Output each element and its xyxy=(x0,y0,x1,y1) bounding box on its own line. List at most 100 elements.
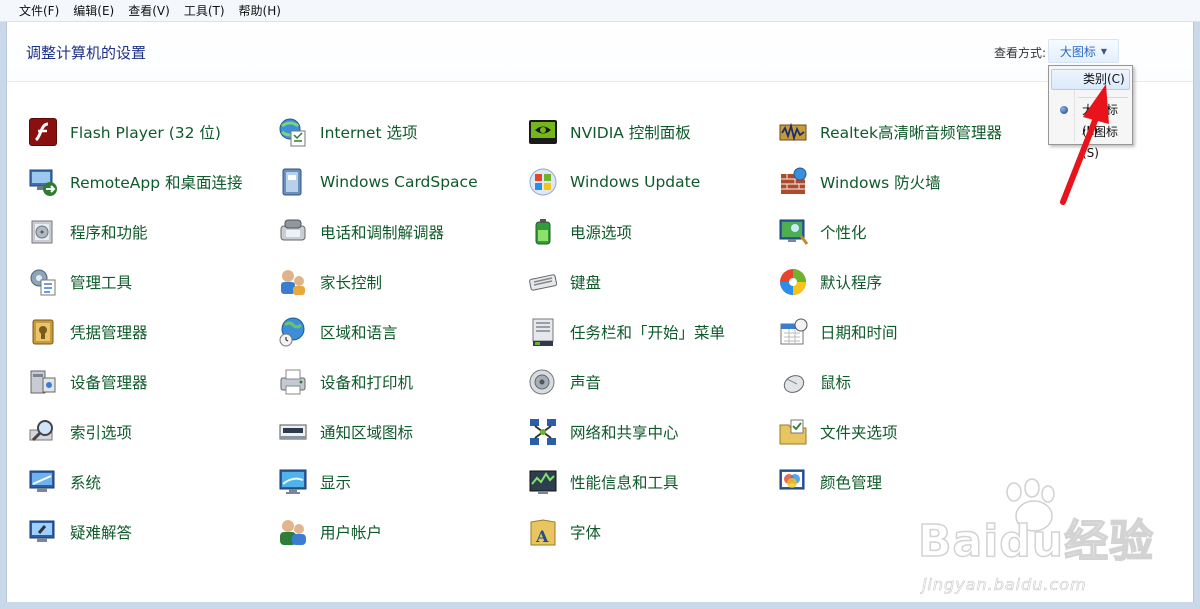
programs-icon xyxy=(27,216,59,248)
cp-item-firewall[interactable]: Windows 防火墙 xyxy=(777,164,941,200)
view-menu-item-small-icons[interactable]: 小图标(S) xyxy=(1051,122,1130,160)
cp-item-label: 字体 xyxy=(570,524,602,542)
index-search-icon xyxy=(27,416,59,448)
power-icon xyxy=(527,216,559,248)
display-icon xyxy=(277,466,309,498)
keyboard-icon xyxy=(527,266,559,298)
cp-item-label: 电话和调制解调器 xyxy=(320,224,445,242)
cp-item-performance[interactable]: 性能信息和工具 xyxy=(527,464,679,500)
menu-file[interactable]: 文件(F) xyxy=(12,1,66,21)
cp-item-label: 通知区域图标 xyxy=(320,424,414,442)
printer-icon xyxy=(277,366,309,398)
taskbar-icon xyxy=(527,316,559,348)
view-menu-item-large-icons[interactable]: 大图标(L) xyxy=(1051,100,1130,138)
cp-item-sound[interactable]: 声音 xyxy=(527,364,601,400)
cp-item-power[interactable]: 电源选项 xyxy=(527,214,632,250)
admin-tools-icon xyxy=(27,266,59,298)
chevron-down-icon: ▼ xyxy=(1100,46,1108,56)
color-management-icon xyxy=(777,466,809,498)
cp-item-color-management[interactable]: 颜色管理 xyxy=(777,464,882,500)
cp-item-label: 键盘 xyxy=(570,274,602,292)
cp-item-label: 文件夹选项 xyxy=(820,424,898,442)
fonts-icon: A xyxy=(527,516,559,548)
view-by-value: 大图标 xyxy=(1059,44,1096,59)
cp-item-label: 家长控制 xyxy=(320,274,383,292)
cp-item-label: 个性化 xyxy=(820,224,867,242)
cp-item-label: 声音 xyxy=(570,374,602,392)
cp-item-display[interactable]: 显示 xyxy=(277,464,351,500)
cp-item-notification[interactable]: 通知区域图标 xyxy=(277,414,413,450)
cp-item-internet-options[interactable]: Internet 选项 xyxy=(277,114,417,150)
menu-tools[interactable]: 工具(T) xyxy=(177,1,232,21)
menu-help[interactable]: 帮助(H) xyxy=(232,1,288,21)
view-menu-item-category[interactable]: 类别(C) xyxy=(1051,69,1130,90)
cp-item-date-time[interactable]: 日期和时间 xyxy=(777,314,898,350)
cp-item-fonts[interactable]: A 字体 xyxy=(527,514,601,550)
cp-item-label: 索引选项 xyxy=(70,424,133,442)
cp-item-label: 性能信息和工具 xyxy=(570,474,679,492)
cp-item-default-programs[interactable]: 默认程序 xyxy=(777,264,882,300)
personalize-icon xyxy=(777,216,809,248)
cp-item-label: 程序和功能 xyxy=(70,224,148,242)
cp-item-realtek-audio[interactable]: Realtek高清晰音频管理器 xyxy=(777,114,1002,150)
cp-item-parental-control[interactable]: 家长控制 xyxy=(277,264,382,300)
internet-options-icon xyxy=(277,116,309,148)
cp-item-credential[interactable]: 凭据管理器 xyxy=(27,314,148,350)
cp-item-label: 显示 xyxy=(320,474,352,492)
cp-item-device-manager[interactable]: 设备管理器 xyxy=(27,364,148,400)
sound-icon xyxy=(527,366,559,398)
menu-view[interactable]: 查看(V) xyxy=(121,1,177,21)
cp-item-nvidia[interactable]: NVIDIA 控制面板 xyxy=(527,114,691,150)
cp-item-label: NVIDIA 控制面板 xyxy=(570,124,691,142)
svg-text:A: A xyxy=(535,527,549,546)
cp-item-index-search[interactable]: 索引选项 xyxy=(27,414,132,450)
menu-bar: 文件(F) 编辑(E) 查看(V) 工具(T) 帮助(H) xyxy=(0,0,1200,22)
device-manager-icon xyxy=(27,366,59,398)
radio-selected-icon xyxy=(1060,106,1068,114)
firewall-icon xyxy=(777,166,809,198)
cp-item-folder-options[interactable]: 文件夹选项 xyxy=(777,414,898,450)
cp-item-system[interactable]: 系统 xyxy=(27,464,101,500)
cp-item-admin-tools[interactable]: 管理工具 xyxy=(27,264,132,300)
cp-item-mouse[interactable]: 鼠标 xyxy=(777,364,851,400)
cp-item-taskbar[interactable]: 任务栏和「开始」菜单 xyxy=(527,314,725,350)
control-panel-content: 调整计算机的设置 查看方式: 大图标 ▼ 类别(C) 大图标(L) 小图标(S)… xyxy=(6,22,1194,602)
notification-icon xyxy=(277,416,309,448)
cp-item-label: 区域和语言 xyxy=(320,324,398,342)
cp-item-label: 日期和时间 xyxy=(820,324,898,342)
menu-separator xyxy=(1078,97,1128,98)
page-title: 调整计算机的设置 xyxy=(26,44,147,62)
cp-item-personalize[interactable]: 个性化 xyxy=(777,214,867,250)
cp-item-network[interactable]: 网络和共享中心 xyxy=(527,414,679,450)
performance-icon xyxy=(527,466,559,498)
phone-modem-icon xyxy=(277,216,309,248)
cp-item-remote-desktop[interactable]: RemoteApp 和桌面连接 xyxy=(27,164,243,200)
cp-item-label: Windows Update xyxy=(570,173,701,191)
cp-item-label: 设备管理器 xyxy=(70,374,148,392)
cp-item-label: Flash Player (32 位) xyxy=(70,124,221,142)
window-bottom-border xyxy=(0,602,1200,609)
cp-item-windows-update[interactable]: Windows Update xyxy=(527,164,700,200)
view-menu-popup: 类别(C) 大图标(L) 小图标(S) xyxy=(1048,65,1133,160)
nvidia-icon xyxy=(527,116,559,148)
flash-icon xyxy=(27,116,59,148)
cp-item-programs[interactable]: 程序和功能 xyxy=(27,214,148,250)
cp-item-cardspace[interactable]: Windows CardSpace xyxy=(277,164,478,200)
cp-item-printer[interactable]: 设备和打印机 xyxy=(277,364,413,400)
cp-item-label: 任务栏和「开始」菜单 xyxy=(570,324,726,342)
cp-item-region-globe[interactable]: 区域和语言 xyxy=(277,314,398,350)
cp-item-label: RemoteApp 和桌面连接 xyxy=(70,174,243,192)
view-by-label: 查看方式: xyxy=(994,46,1047,60)
view-by-dropdown[interactable]: 大图标 ▼ xyxy=(1048,39,1119,63)
cp-item-label: Windows 防火墙 xyxy=(820,174,941,192)
cp-item-label: 疑难解答 xyxy=(70,524,133,542)
cp-item-label: 电源选项 xyxy=(570,224,633,242)
cp-item-label: 管理工具 xyxy=(70,274,133,292)
cp-item-label: 系统 xyxy=(70,474,102,492)
cp-item-troubleshoot[interactable]: 疑难解答 xyxy=(27,514,132,550)
cp-item-flash[interactable]: Flash Player (32 位) xyxy=(27,114,221,150)
cp-item-phone-modem[interactable]: 电话和调制解调器 xyxy=(277,214,444,250)
cp-item-keyboard[interactable]: 键盘 xyxy=(527,264,601,300)
cp-item-user-accounts[interactable]: 用户帐户 xyxy=(277,514,382,550)
menu-edit[interactable]: 编辑(E) xyxy=(66,1,121,21)
